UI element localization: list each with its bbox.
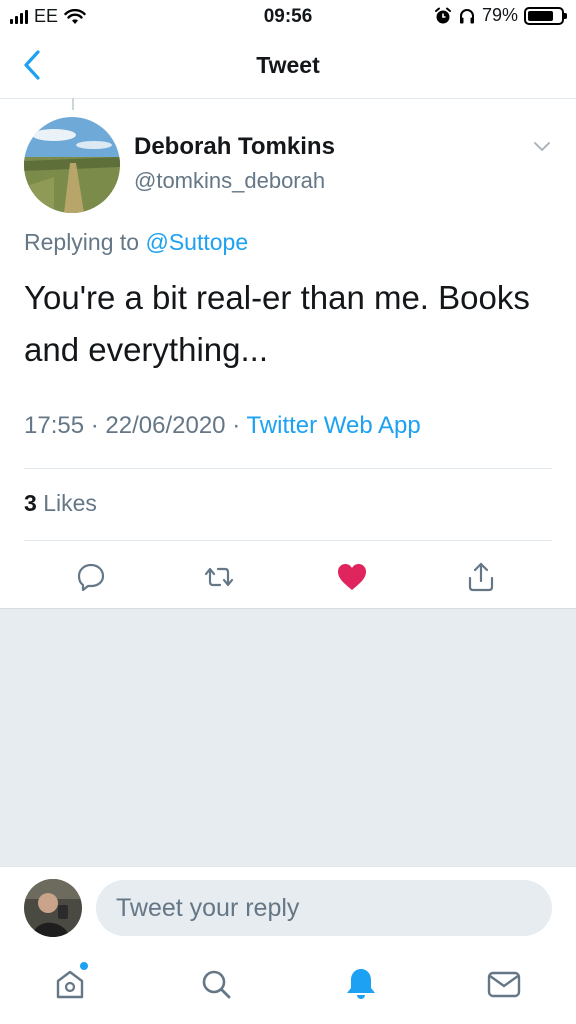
battery-percent: 79%: [481, 5, 518, 25]
tweet-text: You're a bit real-er than me. Books and …: [24, 279, 530, 368]
empty-replies-area: [0, 608, 576, 867]
tab-messages[interactable]: [484, 964, 524, 1004]
user-avatar-image: [24, 879, 82, 937]
tweet-time: 17:55: [24, 412, 85, 439]
heart-icon: [338, 564, 366, 590]
page-title: Tweet: [256, 52, 320, 78]
tab-home[interactable]: [50, 964, 90, 1004]
like-count-number: 3: [24, 490, 37, 516]
tweet-options-button[interactable]: [532, 139, 552, 153]
share-icon: [468, 562, 494, 592]
reply-button[interactable]: [74, 560, 108, 594]
divider: [24, 540, 552, 541]
replying-to-link[interactable]: @Suttope: [145, 229, 248, 255]
thread-line: [72, 98, 74, 110]
replying-to: Replying to @Suttope: [24, 229, 248, 256]
search-icon: [202, 970, 231, 999]
reply-icon: [77, 563, 105, 592]
alarm-icon: [434, 7, 451, 23]
likes-count[interactable]: 3 Likes: [24, 490, 97, 517]
tab-notifications[interactable]: [341, 964, 381, 1004]
author-avatar[interactable]: [24, 117, 120, 213]
home-icon: [56, 970, 84, 999]
avatar-landscape-image: [24, 117, 120, 213]
status-right: 79%: [434, 5, 567, 26]
retweet-button[interactable]: [202, 560, 236, 594]
author-handle[interactable]: @tomkins_deborah: [134, 168, 325, 194]
user-avatar[interactable]: [24, 879, 82, 937]
likes-label: Likes: [43, 490, 97, 516]
share-button[interactable]: [464, 560, 498, 594]
retweet-icon: [204, 567, 234, 587]
status-bar: EE 09:56 79%: [0, 0, 576, 34]
author-name[interactable]: Deborah Tomkins: [134, 133, 335, 161]
notifications-icon: [347, 969, 375, 999]
reply-input[interactable]: Tweet your reply: [96, 880, 552, 936]
meta-separator: ·: [232, 412, 241, 439]
replying-prefix: Replying to: [24, 229, 140, 255]
like-button[interactable]: [335, 560, 369, 594]
meta-separator: ·: [90, 412, 99, 439]
battery-icon: [524, 6, 567, 25]
messages-icon: [487, 971, 521, 998]
nav-bar: Tweet: [0, 34, 576, 99]
tab-search[interactable]: [196, 964, 236, 1004]
divider: [24, 468, 552, 469]
notification-dot: [80, 962, 88, 970]
chevron-down-icon: [534, 142, 550, 151]
tweet-source-link[interactable]: Twitter Web App: [246, 412, 420, 439]
tweet-meta: 17:55 · 22/06/2020 · Twitter Web App: [24, 412, 421, 440]
headphones-icon: [459, 8, 474, 23]
tweet-date: 22/06/2020: [105, 412, 226, 439]
